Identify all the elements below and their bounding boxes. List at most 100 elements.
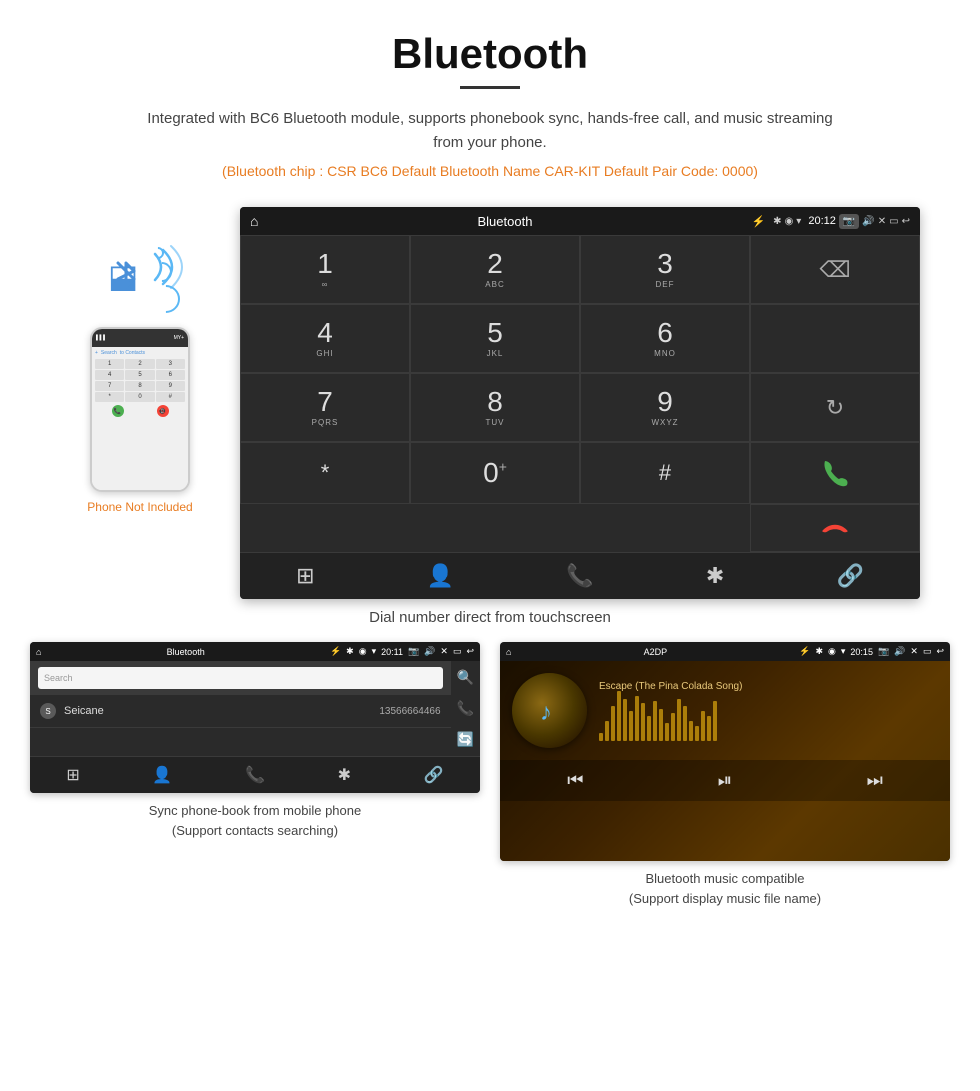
dial-key-1[interactable]: 1 ∞: [240, 235, 410, 304]
viz-bar: [659, 709, 663, 741]
plus-icon: +: [95, 350, 98, 356]
dial-key-4[interactable]: 4 GHI: [240, 304, 410, 373]
page-title: Bluetooth: [20, 30, 960, 78]
phone-key-hash: #: [156, 392, 185, 402]
phonebook-bottom-nav: ⊞ 👤 📞 ✱ 🔗: [30, 756, 480, 793]
main-section: ⬓ ▌▌▌ MY+: [0, 207, 980, 599]
ms-back-icon: ↩: [936, 646, 944, 657]
ms-home-icon[interactable]: ⌂: [506, 647, 511, 657]
pb-expand-icon: ▭: [453, 646, 462, 657]
ms-loc-icon: ◉: [828, 646, 836, 657]
title-underline: [460, 86, 520, 89]
close-icon[interactable]: ✕: [878, 216, 886, 227]
bluetooth-signal-area: ⬓: [100, 237, 180, 317]
viz-bar: [641, 703, 645, 741]
orange-info: (Bluetooth chip : CSR BC6 Default Blueto…: [20, 163, 960, 179]
status-time: 20:12: [808, 215, 836, 227]
album-art: ♪: [512, 673, 587, 748]
phone-signal-icon: ▌▌▌: [96, 335, 107, 341]
camera-icon[interactable]: 📷: [839, 214, 859, 229]
search-input[interactable]: Search: [38, 667, 443, 689]
expand-icon[interactable]: ▭: [889, 216, 898, 227]
ms-usb-icon: ⚡: [799, 646, 810, 657]
backspace-icon: ⌫: [819, 257, 850, 283]
call-icon[interactable]: 📞: [457, 700, 474, 717]
nav-contacts-icon[interactable]: 👤: [427, 563, 454, 589]
pb-nav-contacts[interactable]: 👤: [152, 765, 172, 785]
backspace-button[interactable]: ⌫: [750, 235, 920, 304]
prev-track-icon[interactable]: ⏮: [567, 770, 583, 791]
phonebook-screen: ⌂ Bluetooth ⚡ ✱ ◉ ▾ 20:11 📷 🔊 ✕ ▭ ↩ Sear…: [30, 642, 480, 793]
viz-bar: [707, 716, 711, 741]
dial-key-hash[interactable]: #: [580, 442, 750, 504]
dial-key-7[interactable]: 7 PQRS: [240, 373, 410, 442]
page-header: Bluetooth Integrated with BC6 Bluetooth …: [0, 0, 980, 207]
nav-link-icon[interactable]: 🔗: [836, 563, 863, 589]
phone-key-4: 4: [95, 370, 124, 380]
viz-bar: [629, 711, 633, 741]
music-info: Escape (The Pina Colada Song): [599, 681, 938, 741]
dial-key-3[interactable]: 3 DEF: [580, 235, 750, 304]
pb-close-icon: ✕: [440, 646, 448, 657]
call-button-red[interactable]: [750, 504, 920, 552]
viz-bar: [695, 726, 699, 741]
dial-key-0[interactable]: 0+: [410, 442, 580, 504]
redial-icon: ↻: [826, 395, 844, 421]
nav-phone-icon[interactable]: 📞: [566, 563, 593, 589]
dialpad-grid: 1 ∞ 2 ABC 3 DEF ⌫ 4 GHI 5 JKL: [240, 235, 920, 552]
phone-key-star: *: [95, 392, 124, 402]
pb-nav-phone[interactable]: 📞: [245, 765, 265, 785]
dial-key-2[interactable]: 2 ABC: [410, 235, 580, 304]
pb-back-icon: ↩: [466, 646, 474, 657]
phone-key-1: 1: [95, 359, 124, 369]
music-content-area: ♪ Escape (The Pina Colada Song) ⏮ ⏯ ⏭: [500, 661, 950, 861]
dial-key-8[interactable]: 8 TUV: [410, 373, 580, 442]
ms-bt-icon: ✱: [815, 646, 823, 657]
dialpad-bottom-nav: ⊞ 👤 📞 ✱ 🔗: [240, 552, 920, 599]
pb-time: 20:11: [381, 647, 403, 657]
viz-bar: [653, 701, 657, 741]
phone-key-7: 7: [95, 381, 124, 391]
search-icon[interactable]: 🔍: [457, 669, 474, 686]
sync-icon[interactable]: 🔄: [457, 731, 474, 748]
dialpad-screen-title: Bluetooth: [266, 214, 743, 229]
viz-bar: [611, 706, 615, 741]
ms-vol-icon: 🔊: [894, 646, 905, 657]
phone-call-button: 📞: [112, 405, 124, 417]
phonebook-status-bar: ⌂ Bluetooth ⚡ ✱ ◉ ▾ 20:11 📷 🔊 ✕ ▭ ↩: [30, 642, 480, 661]
pb-vol-icon: 🔊: [424, 646, 435, 657]
pb-nav-link[interactable]: 🔗: [424, 765, 444, 785]
next-track-icon[interactable]: ⏭: [867, 770, 883, 791]
nav-grid-icon[interactable]: ⊞: [296, 563, 314, 589]
phone-key-3: 3: [156, 359, 185, 369]
dial-key-6[interactable]: 6 MNO: [580, 304, 750, 373]
main-caption: Dial number direct from touchscreen: [0, 609, 980, 626]
pb-nav-bt[interactable]: ✱: [338, 765, 351, 785]
redial-cell[interactable]: ↻: [750, 373, 920, 442]
dial-key-5[interactable]: 5 JKL: [410, 304, 580, 373]
viz-bar: [599, 733, 603, 741]
phone-keypad: 1 2 3 4 5 6 7 8 9 * 0 #: [95, 359, 185, 402]
play-pause-icon[interactable]: ⏯: [718, 770, 732, 791]
dial-key-9[interactable]: 9 WXYZ: [580, 373, 750, 442]
volume-icon[interactable]: 🔊: [862, 216, 874, 227]
viz-bar: [623, 699, 627, 741]
viz-bar: [701, 711, 705, 741]
pb-home-icon[interactable]: ⌂: [36, 647, 41, 657]
call-button-green[interactable]: [750, 442, 920, 504]
phone-end-red-icon: [819, 519, 851, 537]
phone-illustration: ▌▌▌ MY+ + Search to Contacts 1 2 3 4 5: [80, 327, 200, 492]
viz-bar: [665, 723, 669, 741]
ms-expand-icon: ▭: [923, 646, 932, 657]
status-icons: ✱ ◉ ▾ 20:12 📷 🔊 ✕ ▭ ↩: [773, 214, 910, 229]
viz-bar: [689, 721, 693, 741]
music-caption: Bluetooth music compatible(Support displ…: [629, 869, 821, 908]
nav-bluetooth-icon[interactable]: ✱: [706, 563, 724, 589]
back-icon[interactable]: ↩: [902, 216, 910, 227]
song-title: Escape (The Pina Colada Song): [599, 681, 938, 692]
home-icon[interactable]: ⌂: [250, 213, 258, 229]
contact-row-seicane[interactable]: S Seicane 13566664466: [30, 695, 451, 728]
pb-wifi-icon: ▾: [372, 646, 377, 657]
pb-nav-grid[interactable]: ⊞: [66, 765, 79, 785]
dial-key-star[interactable]: *: [240, 442, 410, 504]
